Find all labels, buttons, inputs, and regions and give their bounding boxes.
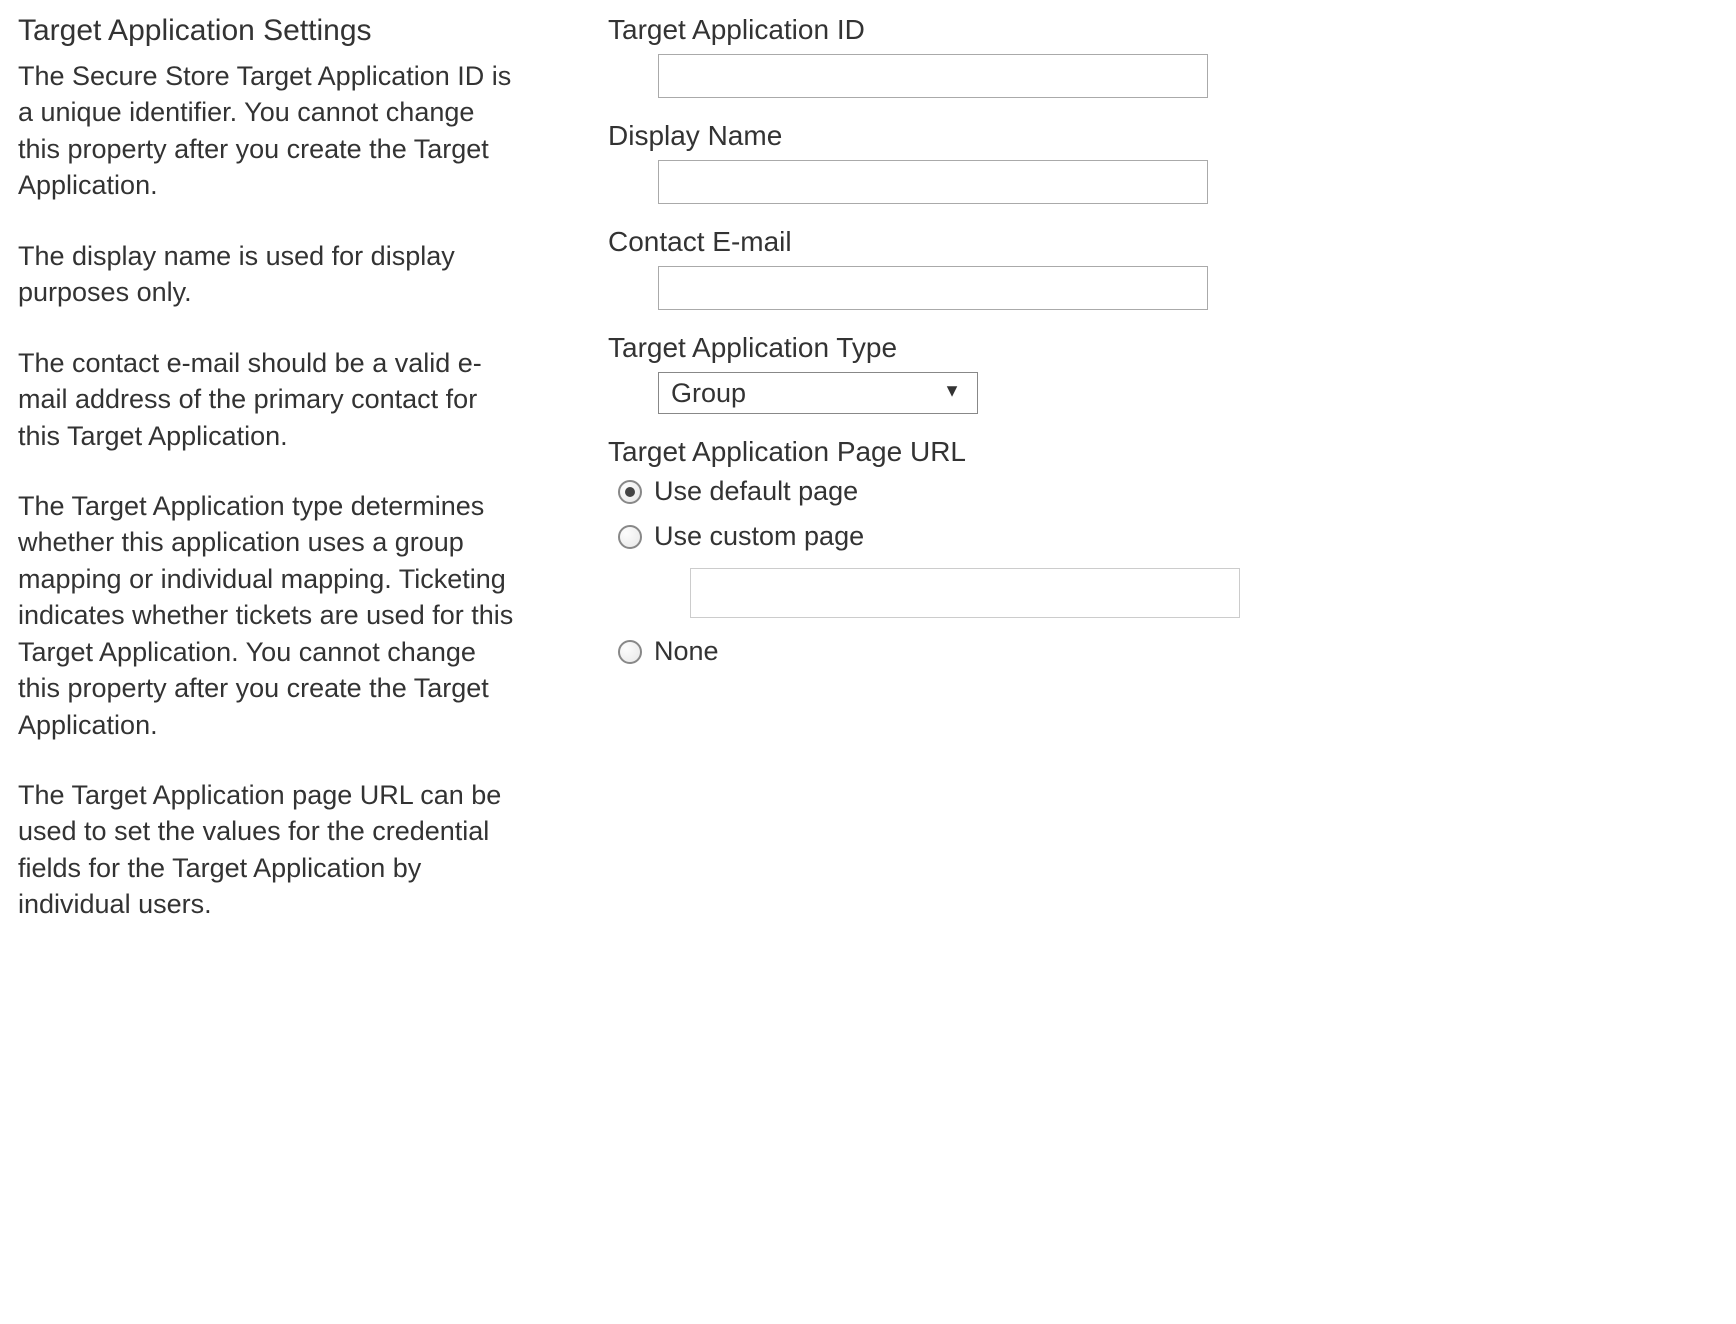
- contact-email-input[interactable]: [658, 266, 1208, 310]
- target-app-id-label: Target Application ID: [608, 14, 1248, 46]
- target-app-id-input[interactable]: [658, 54, 1208, 98]
- desc-target-app-id: The Secure Store Target Application ID i…: [18, 58, 518, 204]
- radio-none[interactable]: [618, 640, 642, 664]
- desc-target-app-type: The Target Application type determines w…: [18, 488, 518, 743]
- desc-page-url: The Target Application page URL can be u…: [18, 777, 518, 923]
- radio-none-label: None: [654, 636, 719, 667]
- target-app-type-label: Target Application Type: [608, 332, 1248, 364]
- radio-use-default-page-label: Use default page: [654, 476, 858, 507]
- desc-contact-email: The contact e-mail should be a valid e-m…: [18, 345, 518, 454]
- page-url-label: Target Application Page URL: [608, 436, 1248, 468]
- radio-use-default-page[interactable]: [618, 480, 642, 504]
- desc-display-name: The display name is used for display pur…: [18, 238, 518, 311]
- display-name-input[interactable]: [658, 160, 1208, 204]
- target-app-type-selected: Group: [671, 378, 746, 409]
- radio-use-custom-page-label: Use custom page: [654, 521, 864, 552]
- contact-email-label: Contact E-mail: [608, 226, 1248, 258]
- custom-page-url-input[interactable]: [690, 568, 1240, 618]
- radio-dot-icon: [625, 487, 635, 497]
- display-name-label: Display Name: [608, 120, 1248, 152]
- target-app-type-select[interactable]: Group ▼: [658, 372, 978, 414]
- chevron-down-icon: ▼: [943, 380, 961, 401]
- section-title: Target Application Settings: [18, 14, 518, 48]
- radio-use-custom-page[interactable]: [618, 525, 642, 549]
